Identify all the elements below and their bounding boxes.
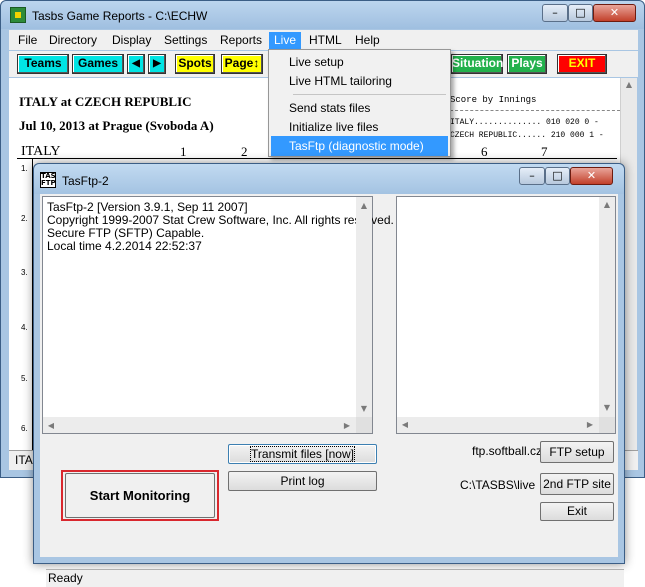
exit-button[interactable]: Exit	[540, 502, 614, 521]
scroll-right-icon[interactable]: ▶	[341, 420, 353, 432]
menu-display[interactable]: Display	[107, 32, 156, 49]
ftp-setup-button[interactable]: FTP setup	[540, 441, 614, 463]
scroll-up-icon[interactable]: ▲	[599, 200, 615, 209]
dialog-maximize-button[interactable]: □	[545, 167, 570, 185]
maximize-button[interactable]: □	[568, 4, 593, 22]
ftp-icon: TAS FTP	[40, 172, 56, 188]
minimize-button[interactable]: –	[542, 4, 568, 22]
row-number: 3.	[21, 268, 28, 277]
menu-file[interactable]: File	[13, 32, 42, 49]
close-button[interactable]: ✕	[593, 4, 636, 22]
dialog-close-button[interactable]: ✕	[570, 167, 613, 185]
menu-settings[interactable]: Settings	[159, 32, 212, 49]
app-icon	[10, 7, 26, 23]
inning-2: 2	[241, 144, 248, 159]
pane-hscrollbar[interactable]: ◀ ▶	[397, 417, 599, 433]
scroll-left-icon[interactable]: ◀	[45, 420, 57, 432]
print-log-button[interactable]: Print log	[228, 471, 377, 491]
main-window-title: Tasbs Game Reports - C:\ECHW	[32, 9, 208, 23]
menu-separator	[293, 94, 446, 95]
transmit-files-button[interactable]: Transmit files [now]	[228, 444, 377, 464]
plays-button[interactable]: Plays	[507, 54, 547, 74]
log-vscrollbar[interactable]: ▲ ▼	[356, 197, 372, 417]
exit-toolbar-button[interactable]: EXIT	[557, 54, 607, 74]
row-number: 5.	[21, 374, 28, 383]
dialog-titlebar[interactable]: TAS FTP TasFtp-2 – □ ✕	[34, 164, 624, 194]
score-by-innings-title: Score by Innings	[450, 95, 537, 105]
log-line: Local time 4.2.2014 22:52:37	[47, 239, 202, 253]
row-number: 1.	[21, 164, 28, 173]
row-number: 6.	[21, 424, 28, 433]
inning-6: 6	[481, 144, 488, 159]
log-hscrollbar[interactable]: ◀ ▶	[43, 417, 356, 433]
transmit-files-label: Transmit files [now]	[250, 446, 355, 462]
next-arrow-icon[interactable]: ▶	[148, 54, 166, 74]
log-line: Copyright 1999-2007 Stat Crew Software, …	[47, 213, 394, 227]
scroll-corner	[599, 417, 615, 433]
dialog-statusbar: Ready	[46, 569, 624, 587]
teams-button[interactable]: Teams	[17, 54, 69, 74]
menu-directory[interactable]: Directory	[44, 32, 102, 49]
transfer-pane[interactable]: ▲ ▼ ◀ ▶	[396, 196, 616, 434]
prev-arrow-icon[interactable]: ◀	[127, 54, 145, 74]
log-line: Secure FTP (SFTP) Capable.	[47, 226, 205, 240]
main-status-text: ITA	[15, 453, 33, 467]
scroll-right-icon[interactable]: ▶	[584, 420, 596, 429]
start-monitoring-button[interactable]: Start Monitoring	[65, 473, 215, 518]
scroll-up-icon[interactable]: ▲	[621, 80, 637, 89]
row-number: 4.	[21, 323, 28, 332]
local-dir-label: C:\TASBS\live	[460, 478, 536, 492]
row-number: 2.	[21, 214, 28, 223]
menu-live-html-tailoring[interactable]: Live HTML tailoring	[271, 71, 448, 91]
scroll-corner	[356, 417, 372, 433]
dialog-status-text: Ready	[48, 571, 83, 585]
scroll-down-icon[interactable]: ▼	[356, 403, 372, 415]
score-row-czech: CZECH REPUBLIC...... 210 000 1 -	[450, 131, 604, 140]
row-number-column	[17, 158, 33, 458]
dialog-title: TasFtp-2	[62, 174, 109, 188]
log-line: TasFtp-2 [Version 3.9.1, Sep 11 2007]	[47, 200, 248, 214]
spots-button[interactable]: Spots	[175, 54, 215, 74]
scroll-up-icon[interactable]: ▲	[356, 200, 372, 212]
page-button[interactable]: Page↕	[221, 54, 263, 74]
pane-vscrollbar[interactable]: ▲ ▼	[599, 197, 615, 417]
dialog-client: TasFtp-2 [Version 3.9.1, Sep 11 2007] Co…	[40, 194, 624, 587]
report-date-line: Jul 10, 2013 at Prague (Svoboda A)	[19, 118, 214, 133]
log-output[interactable]: TasFtp-2 [Version 3.9.1, Sep 11 2007] Co…	[42, 196, 394, 434]
menu-initialize-live-files[interactable]: Initialize live files	[271, 117, 448, 137]
main-menubar: File Directory Display Settings Reports …	[9, 30, 638, 50]
menu-reports[interactable]: Reports	[215, 32, 267, 49]
main-titlebar[interactable]: Tasbs Game Reports - C:\ECHW – □ ✕	[1, 1, 644, 29]
dialog-minimize-button[interactable]: –	[519, 167, 545, 185]
situation-button[interactable]: Situation	[451, 54, 503, 74]
score-row-italy: ITALY.............. 010 020 0 -	[450, 118, 599, 127]
menu-tasftp-diagnostic[interactable]: TasFtp (diagnostic mode)	[271, 136, 448, 156]
menu-send-stats-files[interactable]: Send stats files	[271, 98, 448, 118]
ftp-host-label: ftp.softball.cz	[472, 444, 543, 458]
scroll-down-icon[interactable]: ▼	[599, 403, 615, 412]
menu-html[interactable]: HTML	[304, 32, 347, 49]
second-ftp-site-button[interactable]: 2nd FTP site	[540, 473, 614, 495]
tasftp-dialog: TAS FTP TasFtp-2 – □ ✕ TasFtp-2 [Version…	[33, 163, 625, 587]
menu-live-setup[interactable]: Live setup	[271, 52, 448, 72]
menu-help[interactable]: Help	[350, 32, 385, 49]
inning-1: 1	[180, 144, 187, 159]
score-divider	[450, 110, 620, 111]
live-dropdown-menu: Live setup Live HTML tailoring Send stat…	[268, 49, 451, 157]
report-heading: ITALY at CZECH REPUBLIC	[19, 94, 192, 109]
inning-7: 7	[541, 144, 548, 159]
scroll-left-icon[interactable]: ◀	[399, 420, 411, 429]
menu-live[interactable]: Live	[269, 32, 302, 49]
games-button[interactable]: Games	[72, 54, 124, 74]
